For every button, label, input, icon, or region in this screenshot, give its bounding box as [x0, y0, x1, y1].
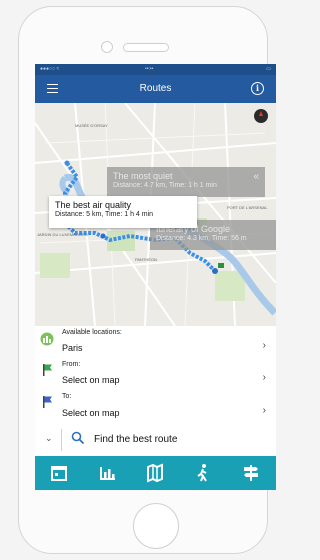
map-icon: [147, 463, 163, 483]
chevron-right-icon: ›: [262, 405, 266, 416]
route-end-marker: [212, 268, 218, 274]
chevron-down-icon[interactable]: ⌄: [45, 433, 53, 444]
compass-icon[interactable]: [254, 109, 268, 123]
air-quality-info: Distance: 5 km, Time: 1 h 4 min: [55, 211, 154, 218]
tab-statistics[interactable]: [83, 456, 131, 490]
from-selector[interactable]: From: Select on map ›: [35, 358, 276, 391]
walking-icon: [197, 464, 207, 482]
battery-icon: ▭: [266, 66, 271, 72]
signpost-icon: [244, 465, 258, 481]
to-value: Select on map: [62, 408, 120, 418]
route-popup-air-quality[interactable]: The best air quality Distance: 5 km, Tim…: [49, 196, 197, 228]
calendar-icon: [51, 466, 67, 481]
tab-walking[interactable]: [179, 456, 227, 490]
tab-directions[interactable]: [227, 456, 275, 490]
front-camera: [101, 41, 113, 53]
bottom-tab-bar: [35, 456, 276, 490]
app-bar: Routes i: [35, 75, 276, 103]
route-waypoint: [100, 233, 106, 239]
chevron-right-icon: ›: [262, 340, 266, 351]
from-label: From:: [62, 361, 81, 368]
app-title: Routes: [139, 83, 172, 94]
status-bar: ●●●○○ ≈ ••:•• ▭: [35, 64, 276, 75]
label-orsay: MUSÉE D'ORSAY: [75, 123, 108, 128]
info-icon[interactable]: i: [251, 82, 264, 95]
label-pantheon: PANTHÉON: [135, 257, 157, 262]
google-info: Distance: 4.3 km, Time: 56 m: [156, 235, 247, 242]
blue-flag-icon: [43, 396, 52, 408]
divider: [61, 429, 62, 451]
chevron-right-icon: ›: [262, 372, 266, 383]
quiet-title: The most quiet: [113, 171, 173, 181]
green-flag-icon: [43, 364, 52, 376]
tab-calendar[interactable]: [35, 456, 83, 490]
air-quality-title: The best air quality: [55, 200, 132, 210]
find-route-button[interactable]: Find the best route: [94, 434, 177, 445]
map-view[interactable]: PANTHÉON MUSÉE D'ORSAY JARDIN DU LUXEMBO…: [35, 103, 276, 326]
search-icon[interactable]: [71, 431, 85, 445]
label-arsenal: PORT DE L'ARSENAL: [227, 205, 268, 210]
location-icon: [40, 332, 54, 346]
location-value: Paris: [62, 343, 83, 353]
to-label: To:: [62, 393, 72, 400]
location-label: Available locations:: [62, 329, 122, 336]
quiet-info: Distance: 4.7 km, Time: 1 h 1 min: [113, 182, 217, 189]
carrier-indicator: ●●●○○ ≈: [40, 66, 60, 72]
collapse-icon[interactable]: «: [253, 171, 259, 182]
label-jardin: JARDIN DU LUXEMBOURG: [37, 232, 88, 237]
tab-map[interactable]: [131, 456, 179, 490]
home-button[interactable]: [133, 503, 179, 549]
clock: ••:••: [145, 66, 154, 72]
bar-chart-icon: [100, 467, 115, 480]
route-popup-quiet[interactable]: The most quiet Distance: 4.7 km, Time: 1…: [107, 167, 265, 197]
route-start-marker: [64, 160, 70, 166]
find-route-row: ⌄ Find the best route: [35, 424, 276, 457]
end-flag-icon: [218, 263, 224, 268]
from-value: Select on map: [62, 375, 120, 385]
speaker-grille: [123, 43, 169, 52]
app-screen: ●●●○○ ≈ ••:•• ▭ Routes i PANTHÉON MUSÉE …: [35, 64, 276, 490]
to-selector[interactable]: To: Select on map ›: [35, 390, 276, 425]
location-selector[interactable]: Available locations: Paris ›: [35, 326, 276, 359]
